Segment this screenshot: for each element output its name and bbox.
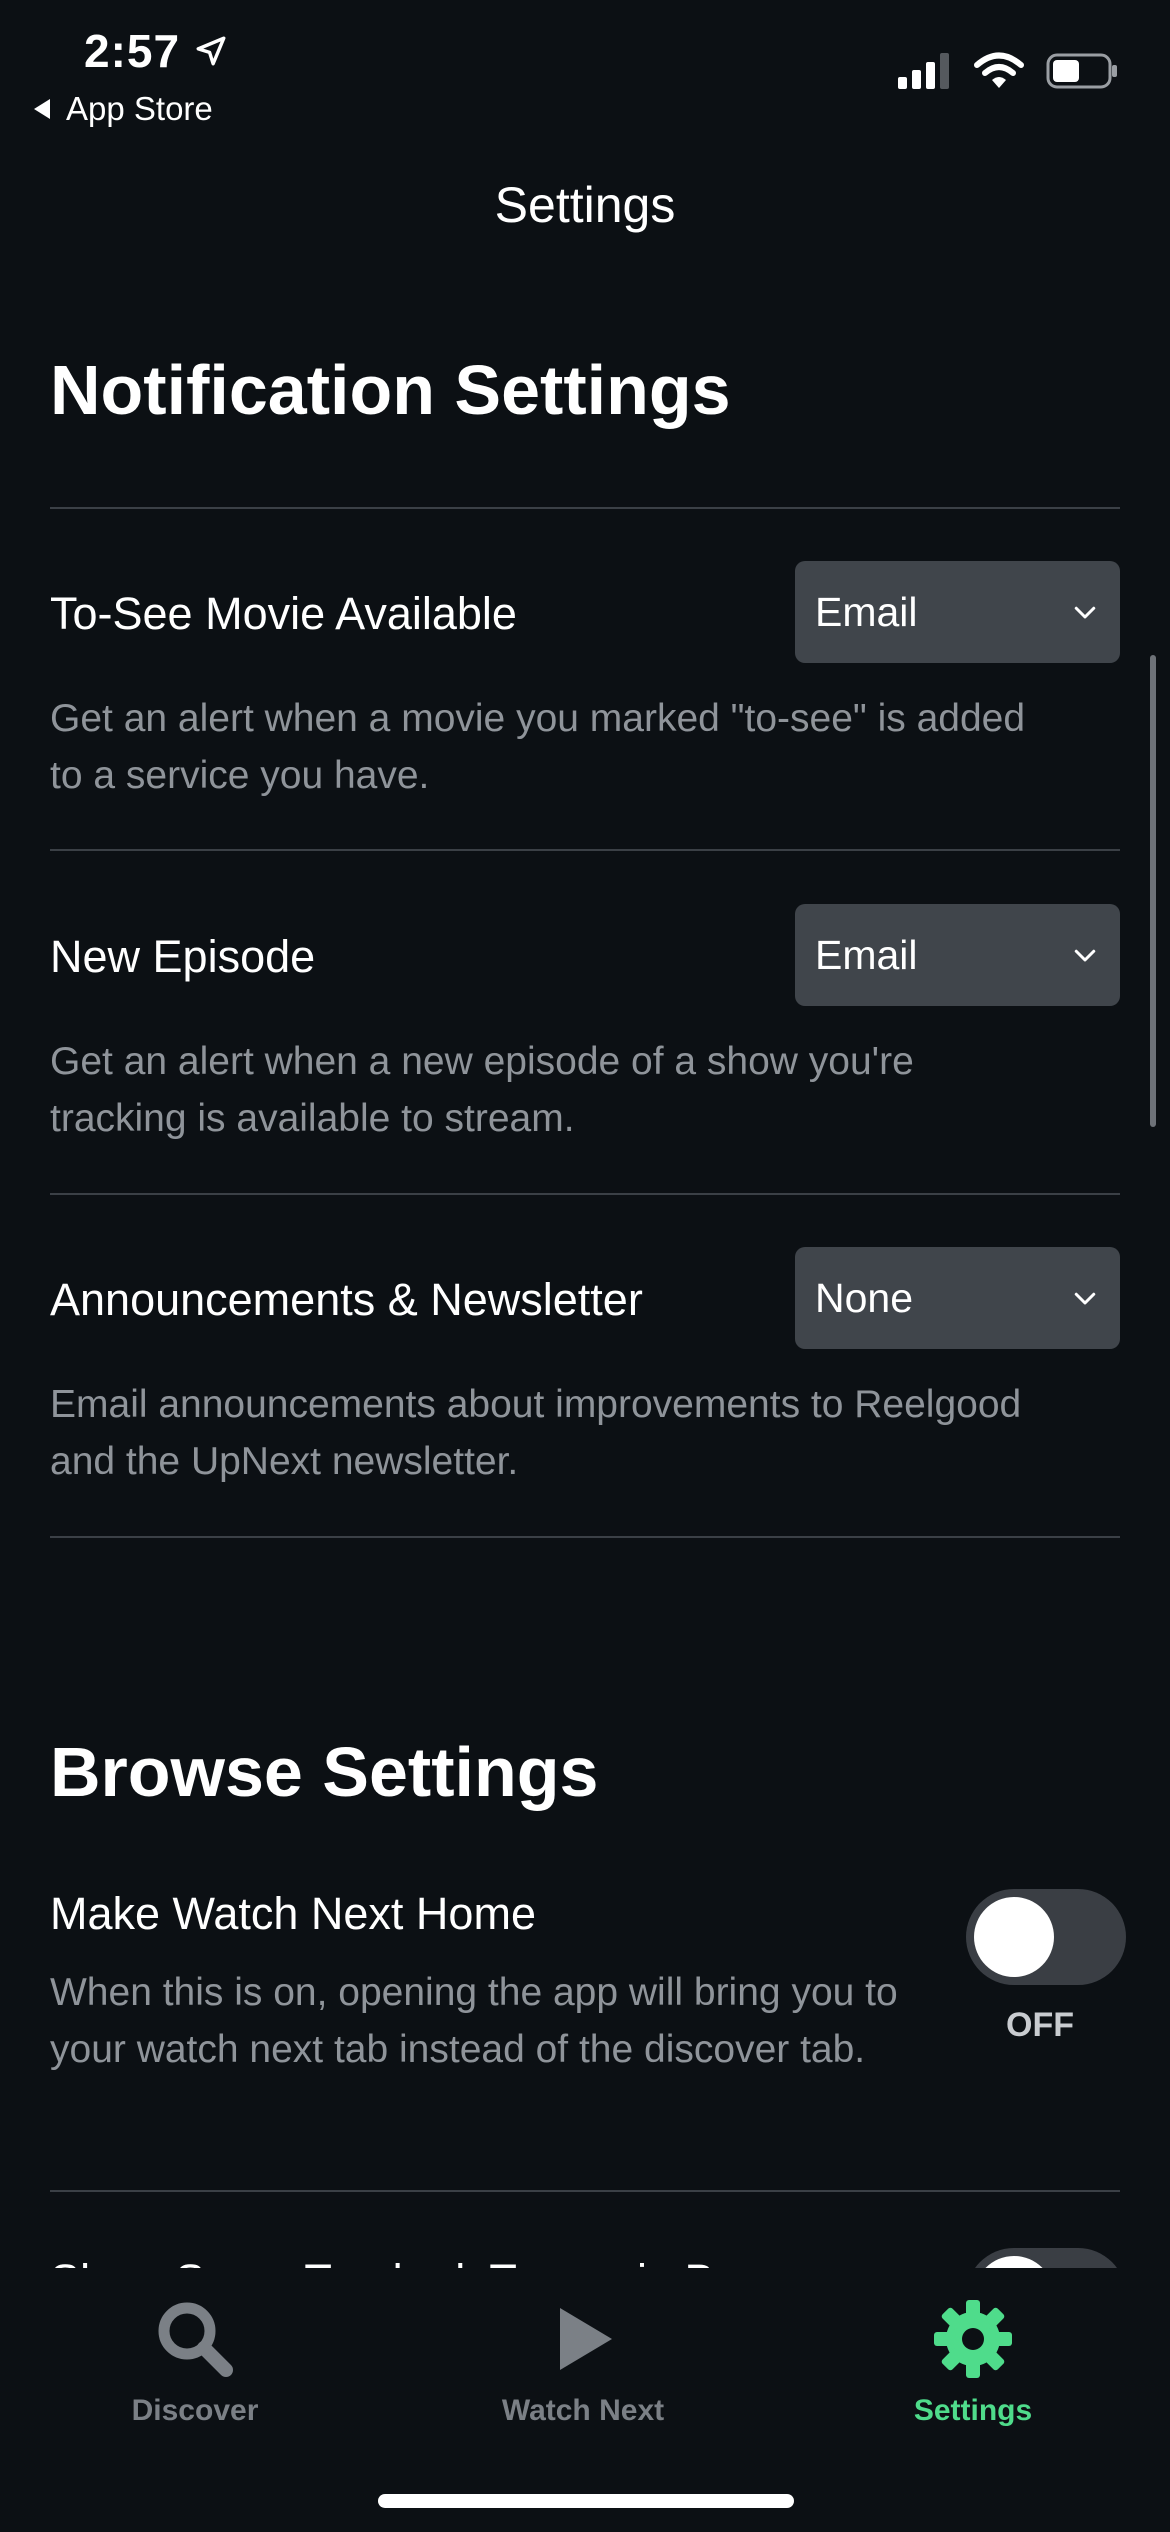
settings-screen: 2:57 App Store Settings Notification Set…	[0, 0, 1170, 2532]
back-triangle-icon	[34, 99, 50, 119]
scroll-indicator[interactable]	[1150, 655, 1156, 1127]
play-icon	[560, 2308, 612, 2370]
gear-icon	[934, 2300, 1012, 2378]
divider	[50, 507, 1120, 509]
announcements-newsletter-dropdown[interactable]: None	[795, 1247, 1120, 1349]
wifi-icon	[974, 52, 1024, 88]
tab-watch-next[interactable]: Watch Next	[433, 2296, 733, 2428]
cellular-signal-icon	[898, 53, 949, 89]
tab-label: Watch Next	[501, 2394, 665, 2427]
dropdown-value: Email	[815, 588, 918, 635]
announcements-newsletter-label: Announcements & Newsletter	[50, 1274, 643, 1325]
to-see-movie-available-dropdown[interactable]: Email	[795, 561, 1120, 663]
make-watch-next-home-label: Make Watch Next Home	[50, 1888, 536, 1939]
home-indicator[interactable]	[378, 2494, 794, 2508]
show-seen-tracked-toggle[interactable]	[966, 2248, 1126, 2268]
status-time-text: 2:57	[84, 25, 181, 77]
to-see-movie-available-description: Get an alert when a movie you marked "to…	[50, 697, 1026, 797]
back-to-app-store[interactable]: App Store	[32, 90, 213, 128]
divider	[50, 1536, 1120, 1538]
new-episode-label: New Episode	[50, 931, 316, 982]
location-arrow-icon	[196, 36, 226, 66]
browse-settings-title: Browse Settings	[50, 1733, 599, 1811]
divider	[50, 1193, 1120, 1195]
announcements-newsletter-description: Email announcements about improvements t…	[50, 1383, 1022, 1483]
status-time: 2:57	[84, 24, 228, 78]
divider	[50, 2190, 1120, 2192]
show-seen-tracked-label: Show Seen, Tracked, To-see in Browse	[50, 2255, 835, 2268]
toggle-knob	[974, 1897, 1054, 1977]
battery-icon	[1046, 53, 1117, 89]
back-label: App Store	[66, 90, 213, 127]
tab-discover[interactable]: Discover	[45, 2296, 345, 2428]
make-watch-next-home-toggle[interactable]	[966, 1889, 1126, 1985]
page-title: Settings	[494, 177, 676, 233]
search-icon	[158, 2302, 233, 2377]
chevron-down-icon	[1074, 606, 1096, 619]
toggle-state-label: OFF	[1006, 2006, 1074, 2044]
dropdown-value: Email	[815, 931, 918, 978]
tab-label: Settings	[913, 2394, 1033, 2427]
dropdown-value: None	[815, 1274, 914, 1321]
to-see-movie-available-label: To-See Movie Available	[50, 588, 517, 639]
tab-label: Discover	[131, 2394, 259, 2427]
chevron-down-icon	[1074, 949, 1096, 962]
new-episode-description: Get an alert when a new episode of a sho…	[50, 1040, 914, 1140]
status-indicators	[898, 52, 1118, 90]
settings-content[interactable]: Notification Settings To-See Movie Avail…	[0, 300, 1170, 2268]
divider	[50, 849, 1120, 851]
notification-settings-title: Notification Settings	[50, 351, 731, 429]
tab-settings[interactable]: Settings	[823, 2296, 1123, 2428]
tab-bar: Discover Watch Next Settings	[0, 2268, 1170, 2532]
make-watch-next-home-description: When this is on, opening the app will br…	[50, 1971, 898, 2071]
chevron-down-icon	[1074, 1292, 1096, 1305]
new-episode-dropdown[interactable]: Email	[795, 904, 1120, 1006]
toggle-knob	[974, 2256, 1054, 2268]
